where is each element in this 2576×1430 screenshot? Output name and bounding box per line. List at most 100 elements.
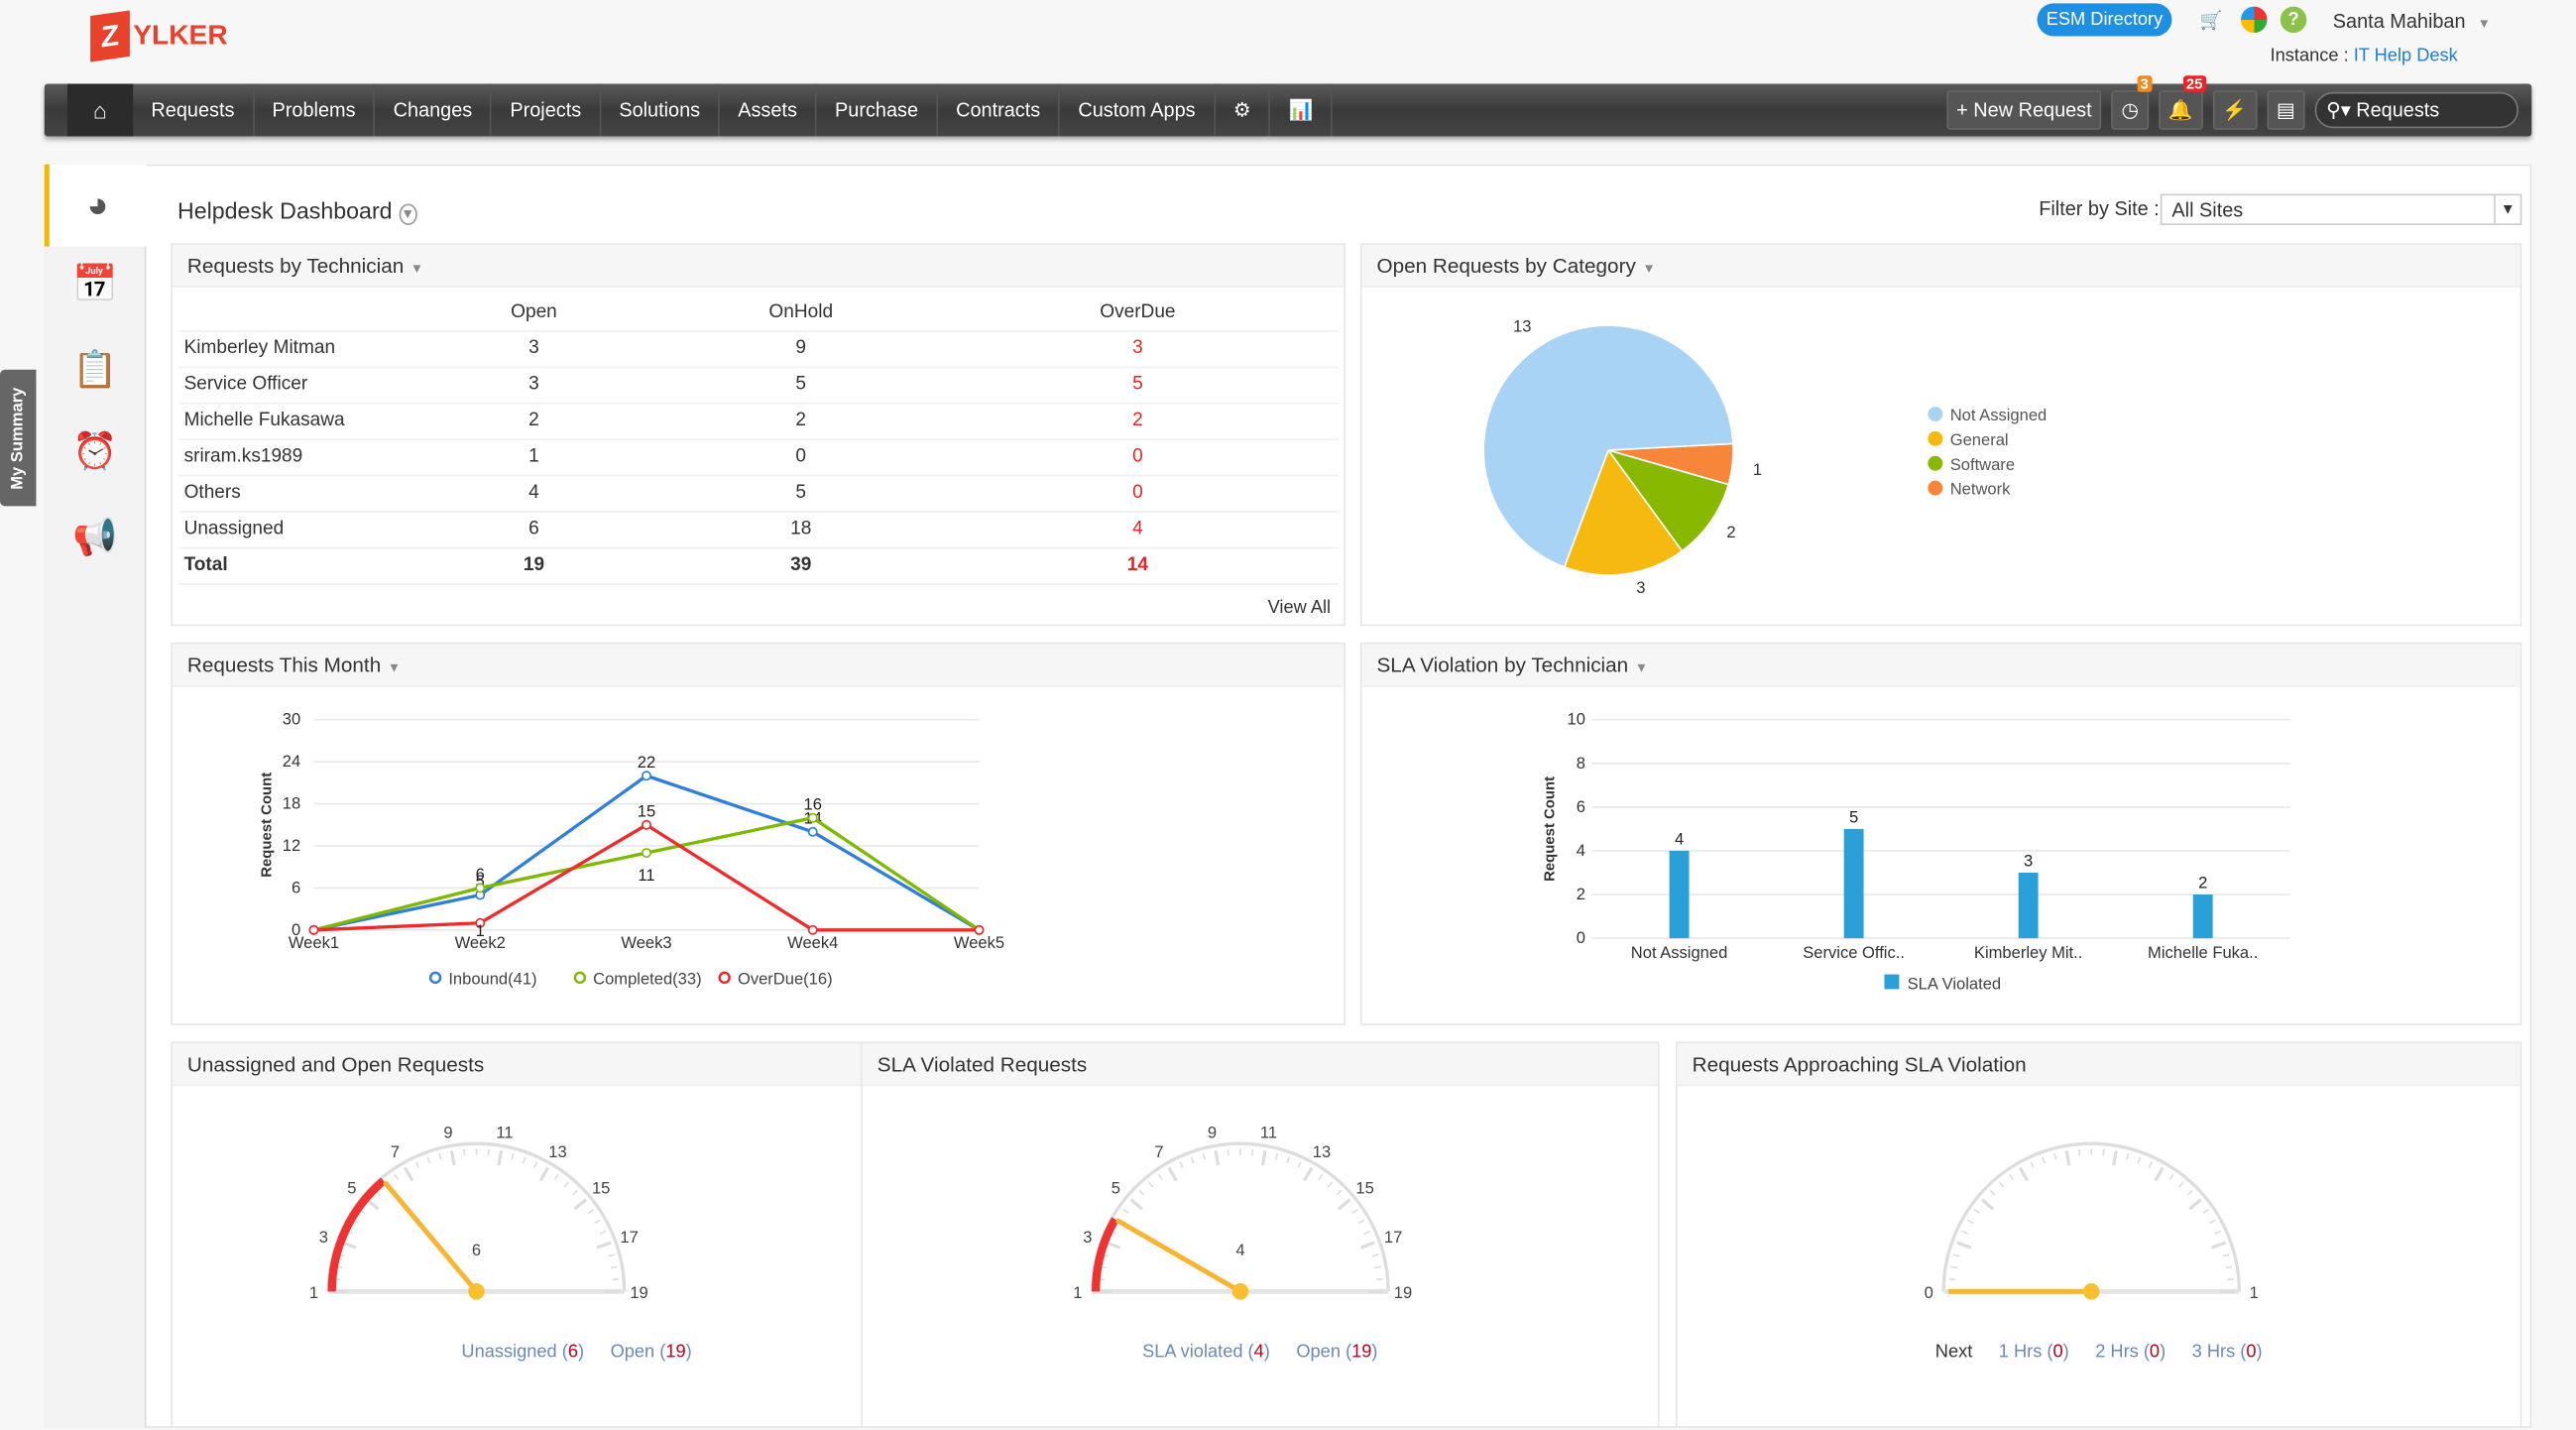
- dashboard-pie-icon[interactable]: ◕: [44, 164, 147, 247]
- nav-requests[interactable]: Requests: [133, 83, 255, 137]
- checklist-icon[interactable]: 📋: [45, 328, 147, 411]
- onhold-count[interactable]: 5: [665, 366, 937, 404]
- cart-icon[interactable]: 🛒: [2198, 7, 2225, 34]
- onhold-count[interactable]: 2: [665, 402, 937, 440]
- gauge-arc: [1091, 1141, 1390, 1292]
- site-filter-select[interactable]: All Sites ▼: [2160, 193, 2522, 225]
- table-row[interactable]: Michelle Fukasawa 2 2 2: [178, 402, 1340, 440]
- open-count[interactable]: 6: [402, 511, 666, 548]
- legend-marker: [1928, 407, 1943, 421]
- view-all-link[interactable]: View All: [1268, 598, 1332, 618]
- help-icon[interactable]: ?: [2280, 6, 2307, 34]
- nav-assets[interactable]: Assets: [720, 83, 817, 137]
- instance-link[interactable]: IT Help Desk: [2354, 46, 2458, 65]
- gauge-legend-item[interactable]: 1 Hrs (0): [1999, 1343, 2069, 1363]
- bar: [2018, 872, 2039, 939]
- overdue-count[interactable]: 5: [936, 366, 1340, 404]
- settings-icon[interactable]: ⚙: [1215, 83, 1271, 137]
- gauge-tick-label: 5: [1112, 1179, 1120, 1198]
- open-count[interactable]: 3: [402, 330, 666, 368]
- gauge-tick: [2112, 1150, 2118, 1166]
- gauge-tick: [612, 1277, 620, 1281]
- overdue-count[interactable]: 2: [936, 402, 1340, 440]
- apps-icon[interactable]: [2241, 6, 2268, 34]
- dashboard-title[interactable]: Helpdesk Dashboard ▾: [177, 197, 417, 225]
- gauge-legend: SLA violated (4) Open (19): [863, 1343, 1658, 1363]
- bell-icon[interactable]: 🔔 25: [2158, 75, 2206, 130]
- dropdown-arrow-icon: ▼: [2494, 195, 2520, 224]
- legend-label: 2 Hrs: [2095, 1342, 2139, 1363]
- legend-entry: Software: [1950, 455, 2015, 474]
- gauge-legend-item[interactable]: SLA violated (4): [1142, 1343, 1270, 1363]
- gauge-tick: [573, 1198, 587, 1211]
- nav-contracts[interactable]: Contracts: [938, 83, 1061, 137]
- calendar-icon[interactable]: 📅: [45, 243, 147, 325]
- esm-directory-button[interactable]: ESM Directory: [2037, 3, 2172, 37]
- gauge-chart: 13579 11131517194: [1073, 1123, 1412, 1302]
- gauge-legend-item[interactable]: Open (19): [611, 1343, 692, 1363]
- user-menu[interactable]: Santa Mahiban ▼: [2333, 10, 2491, 33]
- reports-icon[interactable]: 📊: [1270, 83, 1334, 137]
- gauge-tick: [2018, 1166, 2030, 1182]
- megaphone-icon[interactable]: 📢: [45, 496, 147, 578]
- nav-custom-apps[interactable]: Custom Apps: [1060, 83, 1216, 137]
- calculator-icon[interactable]: ▤: [2266, 90, 2305, 130]
- table-row[interactable]: sriram.ks1989 1 0 0: [178, 438, 1340, 476]
- legend-label: Open: [610, 1342, 655, 1363]
- alarm-clock-icon[interactable]: ⏰: [45, 411, 147, 493]
- home-icon[interactable]: ⌂: [66, 83, 134, 137]
- gauge-tick: [2126, 1152, 2130, 1160]
- technician-name: Total: [178, 546, 403, 585]
- x-tick-label: Kimberley Mit..: [1974, 943, 2082, 962]
- overdue-count[interactable]: 3: [936, 330, 1340, 368]
- gauge-tick: [1214, 1150, 1221, 1166]
- zylker-logo[interactable]: Z YLKER: [90, 10, 228, 62]
- nav-purchase[interactable]: Purchase: [817, 83, 938, 137]
- open-count[interactable]: 1: [402, 438, 666, 476]
- y-tick-label: 4: [1577, 841, 1585, 860]
- table-row[interactable]: Total 19 39 14: [178, 546, 1340, 585]
- open-count[interactable]: 19: [402, 546, 666, 585]
- gauge-tick: [572, 1189, 579, 1196]
- search-box[interactable]: ⚲▾ Requests: [2314, 91, 2519, 129]
- nav-problems[interactable]: Problems: [254, 83, 376, 137]
- onhold-count[interactable]: 39: [665, 546, 937, 585]
- open-count[interactable]: 4: [402, 474, 666, 513]
- gauge-arc: [326, 1141, 627, 1292]
- table-row[interactable]: Kimberley Mitman 3 9 3: [178, 330, 1340, 368]
- my-summary-tab[interactable]: My Summary: [0, 369, 37, 507]
- gauge-legend-item[interactable]: Open (19): [1296, 1343, 1377, 1363]
- overdue-count[interactable]: 14: [936, 546, 1340, 585]
- timer-icon[interactable]: ◷ 3: [2111, 75, 2153, 130]
- onhold-count[interactable]: 0: [665, 438, 937, 476]
- legend-entry: Completed(33): [593, 969, 701, 988]
- nav-changes[interactable]: Changes: [375, 83, 493, 137]
- table-row[interactable]: Others 4 5 0: [178, 474, 1340, 513]
- gauge-legend-item[interactable]: Unassigned (6): [461, 1343, 584, 1363]
- chevron-down-icon[interactable]: ▾: [399, 203, 417, 225]
- gauge-tick: [1351, 1208, 1358, 1215]
- gauge-legend-item[interactable]: Next: [1935, 1343, 1972, 1363]
- lightning-icon[interactable]: ⚡: [2212, 90, 2258, 130]
- gauge-legend-item[interactable]: 2 Hrs (0): [2095, 1343, 2166, 1363]
- onhold-count[interactable]: 18: [665, 511, 937, 548]
- overdue-count[interactable]: 0: [936, 438, 1340, 476]
- open-count[interactable]: 2: [402, 402, 666, 440]
- table-row[interactable]: Service Officer 3 5 5: [178, 366, 1340, 404]
- gauge-tick: [596, 1241, 612, 1250]
- x-tick-label: Service Offic..: [1803, 943, 1905, 962]
- legend-count: 6: [567, 1342, 578, 1363]
- gauge-tick: [1129, 1198, 1144, 1211]
- nav-solutions[interactable]: Solutions: [601, 83, 721, 137]
- widget-header[interactable]: Requests by Technician ▼: [172, 244, 1345, 288]
- gauge-legend-item[interactable]: 3 Hrs (0): [2192, 1343, 2263, 1363]
- overdue-count[interactable]: 4: [936, 511, 1340, 548]
- nav-projects[interactable]: Projects: [492, 83, 602, 137]
- onhold-count[interactable]: 9: [665, 330, 937, 368]
- onhold-count[interactable]: 5: [665, 474, 937, 513]
- table-row[interactable]: Unassigned 6 18 4: [178, 511, 1340, 548]
- new-request-button[interactable]: + New Request: [1946, 90, 2102, 130]
- bar-data-label: 3: [2024, 851, 2033, 870]
- overdue-count[interactable]: 0: [936, 474, 1340, 513]
- open-count[interactable]: 3: [402, 366, 666, 404]
